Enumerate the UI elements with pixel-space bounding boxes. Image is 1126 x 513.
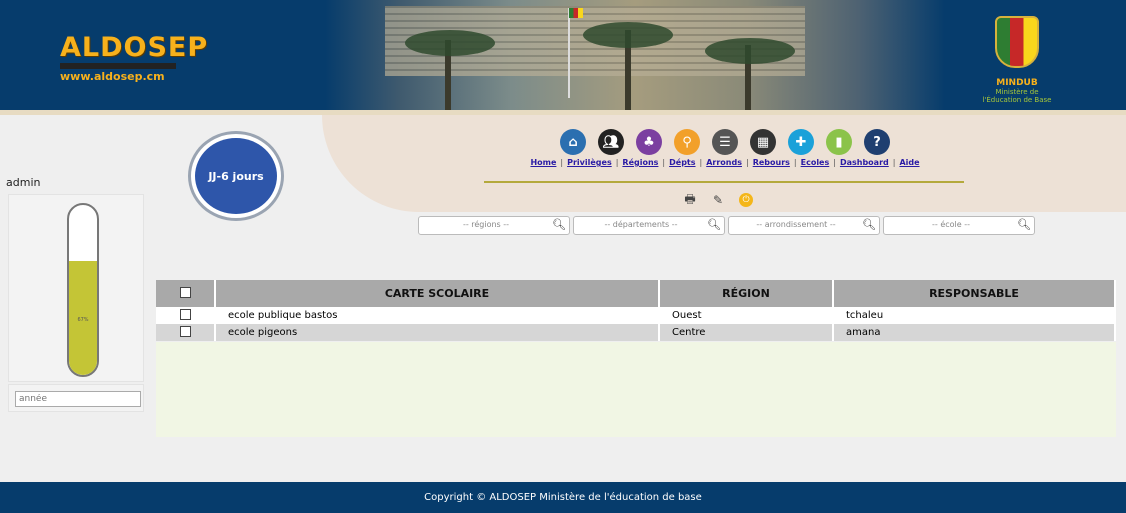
region-search[interactable]: -- régions -- 🔍︎ xyxy=(418,216,570,235)
report-icon[interactable]: ✎ xyxy=(711,193,725,207)
schools-table: CARTE SCOLAIRE RÉGION RESPONSABLE ecole … xyxy=(156,280,1116,341)
header-region[interactable]: RÉGION xyxy=(659,280,834,307)
nav-divider xyxy=(484,181,964,183)
nav-link-arronds[interactable]: Arronds xyxy=(706,158,742,167)
logo-url: www.aldosep.cm xyxy=(60,70,165,83)
table-row[interactable]: ecole pigeons Centre amana xyxy=(156,324,1116,341)
nav-link-aide[interactable]: Aide xyxy=(899,158,919,167)
year-filter xyxy=(8,384,144,412)
nav-link-dépts[interactable]: Dépts xyxy=(669,158,695,167)
nav-link-dashboard[interactable]: Dashboard xyxy=(840,158,889,167)
nav-separator: | xyxy=(560,158,564,167)
search-icon[interactable]: 🔍︎ xyxy=(1017,218,1031,231)
school-name: ecole pigeons xyxy=(215,324,660,341)
nav-link-home[interactable]: Home xyxy=(530,158,556,167)
year-input[interactable] xyxy=(15,391,141,407)
header-banner: ALDOSEP www.aldosep.cm MINDUB Ministère … xyxy=(0,0,1126,110)
calendar-icon[interactable]: ▦ xyxy=(750,129,776,155)
nav-link-privilèges[interactable]: Privilèges xyxy=(567,158,612,167)
coat-of-arms-icon xyxy=(995,16,1039,68)
nav-separator: | xyxy=(615,158,619,167)
select-all-cell xyxy=(156,280,216,307)
table-empty-area xyxy=(156,342,1116,437)
power-icon[interactable]: ⏻ xyxy=(739,193,753,207)
document-icon[interactable]: ☰ xyxy=(712,129,738,155)
search-bar: -- régions -- 🔍︎ -- départements -- 🔍︎ -… xyxy=(418,216,1035,235)
nav-link-régions[interactable]: Régions xyxy=(622,158,658,167)
ministry-long: Ministère de l'Éducation de Base xyxy=(982,88,1052,104)
search-icon[interactable]: 🔍︎ xyxy=(552,218,566,231)
row-checkbox[interactable] xyxy=(179,308,191,320)
school-responsable: amana xyxy=(833,324,1116,341)
ecole-search[interactable]: -- école -- 🔍︎ xyxy=(883,216,1035,235)
search-icon[interactable]: 🔍︎ xyxy=(862,218,876,231)
help-icon[interactable]: ? xyxy=(864,129,890,155)
nav-link-rebours[interactable]: Rebours xyxy=(753,158,790,167)
graduation-cap-icon[interactable]: ✚ xyxy=(788,129,814,155)
gauge-percent: 67% xyxy=(77,317,89,323)
ministry-short: MINDUB xyxy=(996,78,1038,88)
nav-separator: | xyxy=(833,158,836,167)
toolbar: 🖶 ✎ ⏻ xyxy=(683,192,753,207)
footer-copyright: Copyright © ALDOSEP Ministère de l'éduca… xyxy=(424,492,702,503)
flag-icon xyxy=(569,8,583,18)
header-carte-scolaire[interactable]: CARTE SCOLAIRE xyxy=(215,280,660,307)
chart-icon[interactable]: ▮ xyxy=(826,129,852,155)
map-icon[interactable]: ♣ xyxy=(636,129,662,155)
gauge-tube: 67% xyxy=(67,203,99,377)
arrondissement-search[interactable]: -- arrondissement -- 🔍︎ xyxy=(728,216,880,235)
home-icon[interactable]: ⌂ xyxy=(560,129,586,155)
nav-separator: | xyxy=(662,158,666,167)
departement-search[interactable]: -- départements -- 🔍︎ xyxy=(573,216,725,235)
select-all-checkbox[interactable] xyxy=(179,286,191,298)
print-icon[interactable]: 🖶 xyxy=(683,192,697,207)
search-icon[interactable]: 🔍︎ xyxy=(707,218,721,231)
users-icon[interactable]: 👥︎ xyxy=(598,129,624,155)
table-row[interactable]: ecole publique bastos Ouest tchaleu xyxy=(156,307,1116,324)
main-nav: ⌂ 👥︎ ♣ ⚲ ☰ ▦ ✚ ▮? Home | Privilèges | Régions | Dépts… xyxy=(486,129,964,167)
location-pin-icon[interactable]: ⚲ xyxy=(674,129,700,155)
nav-link-ecoles[interactable]: Ecoles xyxy=(801,158,830,167)
nav-separator: | xyxy=(892,158,896,167)
school-responsable: tchaleu xyxy=(833,307,1116,324)
header-photo xyxy=(325,0,945,110)
aldosep-logo[interactable]: ALDOSEP www.aldosep.cm xyxy=(60,34,208,83)
username: admin xyxy=(6,176,41,189)
countdown-badge: JJ-6 jours xyxy=(188,131,284,221)
school-region: Centre xyxy=(659,324,834,341)
school-region: Ouest xyxy=(659,307,834,324)
header-responsable[interactable]: RESPONSABLE xyxy=(833,280,1116,307)
logo-title: ALDOSEP xyxy=(60,32,209,63)
school-name: ecole publique bastos xyxy=(215,307,660,324)
ministry-emblem: MINDUB Ministère de l'Éducation de Base xyxy=(982,16,1052,106)
row-checkbox[interactable] xyxy=(179,325,191,337)
nav-separator: | xyxy=(699,158,703,167)
footer: Copyright © ALDOSEP Ministère de l'éduca… xyxy=(0,482,1126,513)
countdown-label: JJ-6 jours xyxy=(195,138,277,214)
progress-gauge: 67% xyxy=(8,194,144,382)
nav-separator: | xyxy=(793,158,797,167)
nav-separator: | xyxy=(745,158,749,167)
